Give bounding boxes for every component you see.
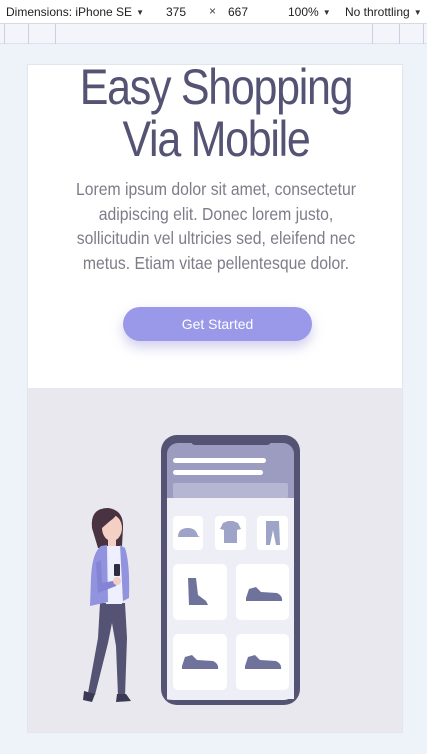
chevron-down-icon: ▼ xyxy=(413,7,422,17)
woman-figure xyxy=(83,508,131,702)
zoom-selector[interactable]: 100% ▼ xyxy=(288,5,331,19)
sneaker-icon xyxy=(173,634,227,690)
phone-illustration xyxy=(161,435,300,705)
shopping-illustration xyxy=(83,435,300,705)
throttling-label: No throttling xyxy=(345,5,410,19)
pants-icon xyxy=(257,516,288,550)
ruler-marker xyxy=(28,24,29,44)
hero-illustration xyxy=(28,388,402,732)
get-started-button[interactable]: Get Started xyxy=(123,307,312,341)
title-line-2: Via Mobile xyxy=(122,111,310,167)
devtools-toolbar: Dimensions: iPhone SE ▼ 375 × 667 100% ▼… xyxy=(0,0,427,24)
page-title: Easy Shopping Via Mobile xyxy=(54,64,377,167)
chevron-down-icon: ▼ xyxy=(136,7,144,17)
ruler-marker xyxy=(55,24,56,44)
sneaker-icon xyxy=(236,634,289,690)
tshirt-icon xyxy=(215,516,246,550)
boot-icon xyxy=(173,564,227,620)
ruler-marker xyxy=(423,24,424,44)
ruler-marker xyxy=(399,24,400,44)
chevron-down-icon: ▼ xyxy=(322,7,331,17)
width-input[interactable]: 375 xyxy=(166,5,186,19)
device-selector[interactable]: Dimensions: iPhone SE ▼ xyxy=(6,5,144,19)
height-input[interactable]: 667 xyxy=(228,5,248,19)
hero-section: Easy Shopping Via Mobile Lorem ipsum dol… xyxy=(28,64,402,388)
ruler-marker xyxy=(372,24,373,44)
title-line-1: Easy Shopping xyxy=(79,64,354,115)
cap-icon xyxy=(173,516,203,550)
zoom-label: 100% xyxy=(288,5,319,19)
times-icon: × xyxy=(209,4,217,18)
sneaker-icon xyxy=(236,564,289,620)
throttling-selector[interactable]: No throttling ▼ xyxy=(345,5,422,19)
media-query-ruler[interactable] xyxy=(0,24,427,44)
hero-description: Lorem ipsum dolor sit amet, consectetur … xyxy=(75,179,357,273)
device-label: Dimensions: iPhone SE xyxy=(6,5,133,19)
device-viewport: Easy Shopping Via Mobile Lorem ipsum dol… xyxy=(27,64,403,733)
ruler-marker xyxy=(4,24,5,44)
